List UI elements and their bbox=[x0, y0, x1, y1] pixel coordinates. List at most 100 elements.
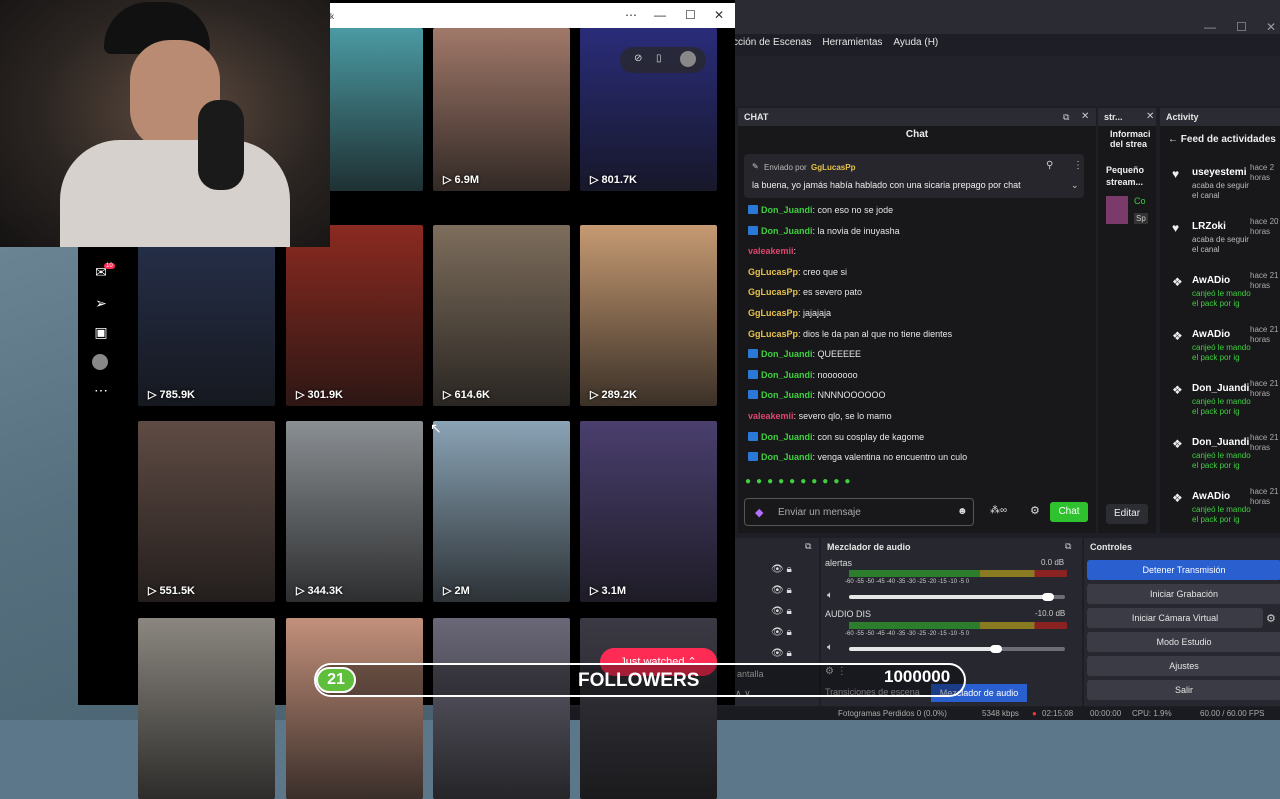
chat-message[interactable]: Don_Juandi: con eso no se jode bbox=[748, 205, 893, 215]
channel-audiodis-volume-icon[interactable]: 🔈︎ bbox=[827, 642, 833, 653]
source-row[interactable]: 👁︎ 🔒︎ bbox=[771, 564, 792, 575]
close-icon[interactable]: ✕ bbox=[1266, 20, 1276, 34]
clock-icon[interactable]: ⊘ bbox=[634, 53, 642, 64]
video-thumbnail[interactable]: ▷ 551.5K bbox=[138, 421, 275, 602]
emote-bar[interactable]: ●●●●●●●●●● bbox=[745, 476, 945, 490]
maximize-icon[interactable]: ☐ bbox=[1236, 20, 1247, 34]
back-arrow-icon[interactable]: ← bbox=[1168, 134, 1178, 145]
chat-message[interactable]: Don_Juandi: con su cosplay de kagome bbox=[748, 431, 924, 442]
tiktok-more-icon[interactable]: ⋯ bbox=[625, 8, 637, 22]
chat-username[interactable]: valeakemii bbox=[748, 246, 794, 256]
video-thumbnail[interactable]: ▷ 301.9K bbox=[286, 225, 423, 406]
channel-alertas-volume-icon[interactable]: 🔈︎ bbox=[827, 590, 833, 601]
more-icon[interactable]: ⋮ bbox=[1073, 160, 1083, 171]
chat-message[interactable]: GgLucasPp: es severo pato bbox=[748, 287, 862, 297]
pinned-message[interactable]: ✎ Enviado por GgLucasPp la buena, yo jam… bbox=[744, 154, 1084, 198]
unpin-icon[interactable]: ⚲ bbox=[1046, 160, 1053, 171]
chat-message[interactable]: Don_Juandi: QUEEEEE bbox=[748, 349, 861, 359]
chat-message[interactable]: Don_Juandi: nooooooo bbox=[748, 369, 858, 380]
studio-mode-button[interactable]: Modo Estudio bbox=[1087, 632, 1280, 652]
chat-username[interactable]: GgLucasPp bbox=[748, 308, 798, 318]
start-virtual-camera-button[interactable]: Iniciar Cámara Virtual bbox=[1087, 608, 1263, 628]
chat-username[interactable]: GgLucasPp bbox=[748, 267, 798, 277]
chat-message[interactable]: GgLucasPp: creo que si bbox=[748, 267, 847, 277]
menu-item-help[interactable]: Ayuda (H) bbox=[893, 37, 938, 48]
virtual-camera-settings-icon[interactable]: ⚙ bbox=[1266, 612, 1276, 625]
settings-button[interactable]: Ajustes bbox=[1087, 656, 1280, 676]
activity-item[interactable]: ♥ LRZoki hace 20 horas acaba de seguir el c… bbox=[1162, 217, 1280, 265]
lock-icon[interactable]: 🔒︎ bbox=[786, 564, 791, 575]
video-thumbnail[interactable]: ▷ 3.1M bbox=[580, 421, 717, 602]
visibility-eye-icon[interactable]: 👁︎ bbox=[771, 585, 784, 596]
chat-message[interactable]: GgLucasPp: dios le da pan al que no tien… bbox=[748, 329, 952, 339]
more-options-icon[interactable]: ⋯ bbox=[92, 382, 110, 399]
chat-username[interactable]: Don_Juandi bbox=[761, 452, 813, 462]
start-recording-button[interactable]: Iniciar Grabación bbox=[1087, 584, 1280, 604]
chat-send-button[interactable]: Chat bbox=[1050, 502, 1088, 522]
activity-item[interactable]: ❖ Don_Juandi hace 21 horas canjeó le mando … bbox=[1162, 379, 1280, 427]
video-thumbnail[interactable]: ▷ 344.3K bbox=[286, 421, 423, 602]
overlay-avatar[interactable] bbox=[680, 51, 696, 67]
emoji-icon[interactable]: ☻ bbox=[957, 506, 968, 517]
activity-item[interactable]: ❖ AwADio hace 21 horas canjeó le mando el p… bbox=[1162, 325, 1280, 373]
visibility-eye-icon[interactable]: 👁︎ bbox=[771, 648, 784, 659]
source-row[interactable]: 👁︎ 🔒︎ bbox=[771, 648, 792, 659]
video-thumbnail[interactable] bbox=[286, 618, 423, 799]
visibility-eye-icon[interactable]: 👁︎ bbox=[771, 627, 784, 638]
lock-icon[interactable]: 🔒︎ bbox=[786, 585, 791, 596]
source-row[interactable]: 👁︎ 🔒︎ bbox=[771, 585, 792, 596]
video-thumbnail[interactable] bbox=[138, 618, 275, 799]
channel-alertas-slider[interactable] bbox=[849, 593, 1065, 601]
visibility-eye-icon[interactable]: 👁︎ bbox=[771, 564, 784, 575]
chat-message[interactable]: Don_Juandi: la novia de inuyasha bbox=[748, 225, 900, 236]
activity-item[interactable]: ❖ Don_Juandi hace 21 horas canjeó le mando … bbox=[1162, 433, 1280, 481]
live-tv-icon[interactable]: ▣ bbox=[92, 324, 110, 341]
minimize-icon[interactable]: — bbox=[1204, 20, 1216, 34]
video-thumbnail[interactable]: ▷ 289.2K bbox=[580, 225, 717, 406]
tiktok-close-icon[interactable]: ✕ bbox=[714, 8, 724, 22]
channel-alertas-slider-knob[interactable] bbox=[1041, 593, 1054, 601]
channel-audiodis-slider[interactable] bbox=[849, 645, 1065, 653]
activity-item[interactable]: ❖ AwADio hace 21 horas canjeó le mando el p… bbox=[1162, 271, 1280, 319]
bits-icon[interactable]: ◆ bbox=[755, 506, 763, 519]
lock-icon[interactable]: 🔒︎ bbox=[786, 648, 791, 659]
close-chat-icon[interactable]: ✕ bbox=[1081, 111, 1089, 122]
source-row[interactable]: 👁︎ 🔒︎ bbox=[771, 627, 792, 638]
video-thumbnail[interactable]: ▷ 785.9K bbox=[138, 225, 275, 406]
video-thumbnail[interactable]: ▷ 614.6K bbox=[433, 225, 570, 406]
chat-username[interactable]: valeakemii bbox=[748, 411, 794, 421]
chat-message[interactable]: Don_Juandi: venga valentina no encuentro… bbox=[748, 452, 967, 462]
menu-item-scenes[interactable]: cción de Escenas bbox=[733, 37, 811, 48]
edit-button[interactable]: Editar bbox=[1106, 504, 1148, 524]
chat-username[interactable]: Don_Juandi bbox=[761, 370, 813, 380]
menu-item-tools[interactable]: Herramientas bbox=[822, 37, 882, 48]
chat-username[interactable]: GgLucasPp bbox=[748, 287, 798, 297]
video-thumbnail[interactable]: ▷ 6.9M bbox=[433, 28, 570, 191]
chat-username[interactable]: Don_Juandi bbox=[761, 205, 813, 215]
stop-streaming-button[interactable]: Detener Transmisión bbox=[1087, 560, 1280, 580]
video-thumbnail[interactable]: ▷ 2M bbox=[433, 421, 570, 602]
chat-message[interactable]: Don_Juandi: NNNNOOOOOO bbox=[748, 390, 886, 400]
visibility-eye-icon[interactable]: 👁︎ bbox=[771, 606, 784, 617]
profile-avatar[interactable] bbox=[92, 354, 108, 370]
popout-icon[interactable]: ⧉ bbox=[1063, 112, 1069, 123]
source-row[interactable]: 👁︎ 🔒︎ bbox=[771, 606, 792, 617]
sources-popout-icon[interactable]: ⧉ bbox=[805, 541, 811, 552]
video-thumbnail[interactable] bbox=[433, 618, 570, 799]
chat-message[interactable]: valeakemii: bbox=[748, 246, 796, 256]
close-stream-dock-icon[interactable]: ✕ bbox=[1146, 111, 1154, 122]
chat-username[interactable]: Don_Juandi bbox=[761, 349, 813, 359]
chat-message[interactable]: valeakemii: severo qlo, se lo mamo bbox=[748, 411, 892, 421]
activity-item[interactable]: ❖ AwADio hace 21 horas canjeó le mando el p… bbox=[1162, 487, 1280, 535]
activity-item[interactable]: ♥ useyestemi hace 2 horas acaba de seguir e… bbox=[1162, 163, 1280, 211]
chat-username[interactable]: Don_Juandi bbox=[761, 432, 813, 442]
chat-username[interactable]: Don_Juandi bbox=[761, 390, 813, 400]
mixer-popout-icon[interactable]: ⧉ bbox=[1065, 541, 1071, 552]
chat-username[interactable]: GgLucasPp bbox=[748, 329, 798, 339]
chat-input[interactable]: ◆ Enviar un mensaje ☻ bbox=[744, 498, 974, 526]
send-icon[interactable]: ➢ bbox=[92, 295, 110, 312]
tiktok-minimize-icon[interactable]: — bbox=[654, 8, 666, 22]
tiktok-maximize-icon[interactable]: ☐ bbox=[685, 8, 696, 22]
points-icon[interactable]: ⁂∞ bbox=[990, 505, 1007, 516]
settings-icon[interactable]: ⚙ bbox=[1030, 504, 1040, 517]
